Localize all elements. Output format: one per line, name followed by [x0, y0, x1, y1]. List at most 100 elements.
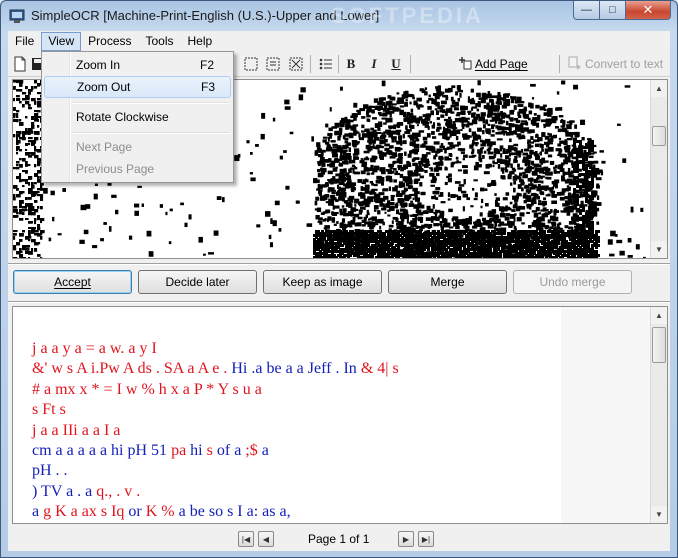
menu-view[interactable]: View [41, 31, 82, 51]
bold-button[interactable]: B [343, 56, 359, 72]
ocr-line[interactable]: a g K a ax s Iq or K % a be so s I a: as… [32, 502, 552, 522]
last-page-icon[interactable]: ▶| [418, 531, 434, 547]
scroll-down-arrow-icon[interactable]: ▼ [651, 506, 667, 523]
undo-merge-button[interactable]: Undo merge [513, 270, 632, 294]
ocr-line[interactable]: s Ft s [32, 400, 552, 420]
ocr-line[interactable]: j a a IIi a a I a [32, 421, 552, 441]
ocr-word[interactable]: &' w s A i.Pw A ds . SA a A e . [32, 360, 231, 377]
previous-page-label: Previous Page [76, 162, 155, 176]
ocr-word[interactable]: & 4| s [361, 360, 399, 377]
app-icon [9, 9, 25, 23]
ocr-line[interactable]: ) TV a . a q., . v . [32, 482, 552, 502]
menu-separator [72, 102, 229, 104]
ocr-word[interactable]: ) TV a . a [32, 483, 96, 500]
ocr-word[interactable]: K % [146, 503, 175, 520]
ocr-text-pane[interactable]: j a a y a = a w. a y I &' w s A i.Pw A ds… [12, 306, 668, 524]
zoom-in-label: Zoom In [76, 58, 121, 72]
scroll-thumb[interactable] [652, 327, 666, 363]
menu-item-previous-page[interactable]: Previous Page [44, 158, 231, 180]
add-page-label: Add Page [475, 57, 528, 71]
view-menu-dropdown: Zoom In F2 Zoom Out F3 Rotate Clockwise … [41, 51, 234, 183]
ignore-region-icon[interactable] [288, 56, 304, 72]
ocr-word[interactable]: j a a y a = a w. a y I [32, 340, 157, 357]
ocr-line[interactable]: j a a y a = a w. a y I [32, 339, 552, 359]
ocr-word[interactable]: pa [171, 442, 186, 459]
undo-merge-label: Undo merge [539, 275, 606, 289]
menu-item-rotate-clockwise[interactable]: Rotate Clockwise [44, 106, 231, 128]
select-text-region-icon[interactable] [265, 56, 281, 72]
ocr-word[interactable]: pH . . [32, 462, 68, 479]
ocr-word[interactable]: of a [213, 442, 245, 459]
menu-item-next-page[interactable]: Next Page [44, 136, 231, 158]
ocr-word[interactable]: cm a a a a a hi pH 51 [32, 442, 171, 459]
text-vertical-scrollbar[interactable]: ▲ ▼ [650, 307, 667, 523]
underline-button[interactable]: U [388, 56, 404, 72]
ocr-line[interactable]: &' w s A i.Pw A ds . SA a A e . Hi .a be… [32, 359, 552, 379]
ocr-word[interactable]: or [124, 503, 145, 520]
pane-divider[interactable] [8, 301, 670, 303]
text-margin [561, 307, 651, 523]
previous-page-icon[interactable]: ◀ [258, 531, 274, 547]
ocr-word[interactable]: hi [186, 442, 206, 459]
zoom-out-label: Zoom Out [77, 80, 131, 94]
select-region-icon[interactable] [243, 56, 259, 72]
window-title: SimpleOCR [Machine-Print-English (U.S.)-… [31, 8, 380, 23]
accept-button[interactable]: Accept [13, 270, 132, 294]
scroll-up-arrow-icon[interactable]: ▲ [651, 307, 667, 324]
merge-label: Merge [430, 275, 465, 289]
decide-later-button[interactable]: Decide later [138, 270, 257, 294]
close-button[interactable]: ✕ [626, 1, 671, 20]
keep-as-image-button[interactable]: Keep as image [263, 270, 382, 294]
scroll-up-arrow-icon[interactable]: ▲ [651, 80, 667, 97]
decide-later-label: Decide later [165, 275, 230, 289]
italic-button[interactable]: I [366, 56, 382, 72]
ocr-text-content[interactable]: j a a y a = a w. a y I &' w s A i.Pw A ds… [32, 339, 552, 523]
new-document-icon[interactable] [12, 56, 28, 72]
menu-tools[interactable]: Tools [139, 32, 181, 51]
ocr-word[interactable]: j a a IIi a a I a [32, 422, 120, 439]
menu-item-zoom-out[interactable]: Zoom Out F3 [44, 76, 231, 98]
toolbar-separator [410, 55, 411, 73]
merge-button[interactable]: Merge [388, 270, 507, 294]
next-page-icon[interactable]: ▶ [398, 531, 414, 547]
menu-separator [72, 132, 229, 134]
zoom-out-shortcut: F3 [201, 80, 216, 94]
bullet-list-icon[interactable] [318, 56, 334, 72]
ocr-word[interactable]: q., . v . [96, 483, 140, 500]
add-page-button[interactable]: Add Page [454, 54, 532, 74]
scroll-down-arrow-icon[interactable]: ▼ [651, 241, 667, 258]
toolbar-separator [338, 55, 339, 73]
menu-file[interactable]: File [8, 32, 41, 51]
convert-to-text-button[interactable]: Convert to text [564, 54, 667, 74]
first-page-icon[interactable]: |◀ [238, 531, 254, 547]
ocr-word[interactable]: a [32, 503, 43, 520]
scroll-thumb[interactable] [652, 126, 666, 146]
image-vertical-scrollbar[interactable]: ▲ ▼ [650, 80, 667, 258]
next-page-label: Next Page [76, 140, 133, 154]
title-bar[interactable]: SimpleOCR [Machine-Print-English (U.S.)-… [1, 1, 677, 31]
ocr-word[interactable]: # a mx x * = I w % h x a P * Y s u a [32, 381, 262, 398]
ocr-word[interactable]: a [258, 442, 269, 459]
ocr-line[interactable]: pH . . [32, 461, 552, 481]
ocr-word[interactable]: g K a ax s Iq [43, 503, 124, 520]
ocr-word[interactable]: s Ft s [32, 401, 66, 418]
toolbar-separator [310, 55, 311, 73]
ocr-word[interactable]: Hi .a be a a Jeff . In [231, 360, 360, 377]
minimize-button[interactable]: — [573, 1, 600, 20]
maximize-button[interactable]: □ [600, 1, 626, 20]
ocr-line[interactable]: cm a a a a a hi pH 51 pa hi s of a ;$ a [32, 441, 552, 461]
rotate-clockwise-label: Rotate Clockwise [76, 110, 169, 124]
accept-label: Accept [54, 275, 91, 289]
menu-help[interactable]: Help [181, 32, 220, 51]
ocr-line[interactable]: # a mx x * = I w % h x a P * Y s u a [32, 380, 552, 400]
convert-to-text-label: Convert to text [585, 57, 664, 71]
keep-as-image-label: Keep as image [282, 275, 363, 289]
menu-bar: File View Process Tools Help [8, 31, 670, 51]
pane-divider[interactable] [8, 263, 670, 265]
ocr-word[interactable]: a be so s I a: as a, [175, 503, 291, 520]
menu-item-zoom-in[interactable]: Zoom In F2 [44, 54, 231, 76]
page-navigator: |◀ ◀ Page 1 of 1 ▶ ▶| [8, 529, 670, 551]
menu-process[interactable]: Process [81, 32, 138, 51]
ocr-word[interactable]: ;$ [245, 442, 257, 459]
convert-icon [568, 56, 582, 73]
